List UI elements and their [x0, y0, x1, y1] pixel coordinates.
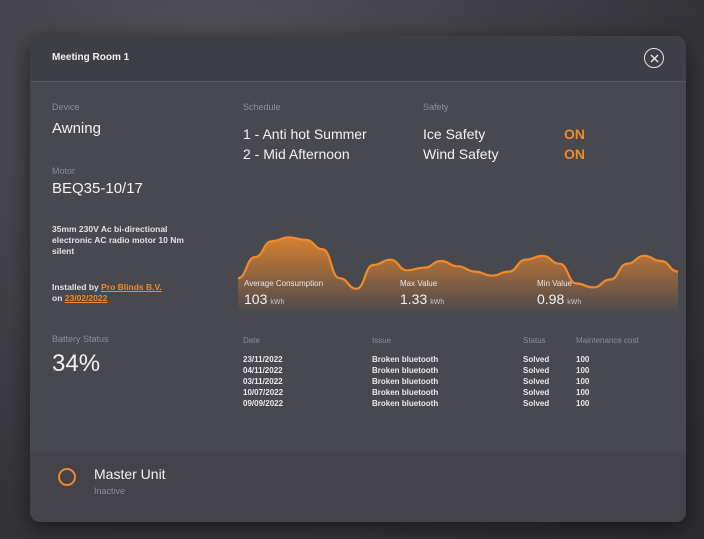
motor-description: 35mm 230V Ac bi-directional electronic A… [52, 224, 184, 256]
battery-label: Battery Status [52, 334, 109, 344]
table-cell-date: 10/07/2022 [243, 388, 284, 397]
table-cell-status: Solved [523, 377, 550, 386]
column-header-issue: Issue [372, 336, 392, 345]
wind-safety-state[interactable]: ON [564, 146, 585, 162]
table-cell-issue: Broken bluetooth [372, 388, 439, 397]
table-cell-status: Solved [523, 388, 550, 397]
install-date-link[interactable]: 23/02/2022 [65, 293, 108, 303]
table-cell-issue: Broken bluetooth [372, 377, 439, 386]
table-cell-issue: Broken bluetooth [372, 355, 439, 364]
max-value: 1.33 kWh [400, 291, 444, 307]
table-cell-status: Solved [523, 399, 550, 408]
installer-link[interactable]: Pro Blinds B.V. [101, 282, 162, 292]
unit-ring-icon [58, 468, 76, 486]
min-value-label: Min Value [537, 279, 572, 288]
table-cell-cost: 100 [576, 377, 590, 386]
table-cell-cost: 100 [576, 399, 590, 408]
wind-safety-label: Wind Safety [423, 146, 499, 162]
schedule-label: Schedule [243, 102, 281, 112]
schedule-item: 1 - Anti hot Summer [243, 126, 367, 142]
column-header-date: Date [243, 336, 260, 345]
motor-label: Motor [52, 166, 76, 176]
table-cell-status: Solved [523, 366, 550, 375]
device-label: Device [52, 102, 80, 112]
table-cell-date: 03/11/2022 [243, 377, 283, 386]
average-value: 103 [244, 291, 268, 307]
installed-info: Installed by Pro Blinds B.V. on 23/02/20… [52, 282, 212, 304]
table-cell-status: Solved [523, 355, 550, 364]
min-unit: kWh [567, 299, 582, 306]
master-unit-state: Inactive [94, 486, 126, 496]
master-unit-row[interactable]: Master Unit Inactive [30, 452, 686, 522]
ice-safety-state[interactable]: ON [564, 126, 585, 142]
modal-title: Meeting Room 1 [52, 52, 130, 63]
safety-label: Safety [423, 102, 449, 112]
installed-prefix: Installed by [52, 282, 99, 292]
table-cell-date: 09/09/2022 [243, 399, 284, 408]
table-cell-cost: 100 [576, 355, 590, 364]
min-value: 0.98 kWh [537, 291, 581, 307]
min-number: 0.98 [537, 291, 565, 307]
ice-safety-label: Ice Safety [423, 126, 486, 142]
table-cell-issue: Broken bluetooth [372, 366, 439, 375]
column-header-status: Status [523, 336, 546, 345]
average-unit: kWh [270, 299, 285, 306]
max-value-label: Max Value [400, 279, 438, 288]
device-value: Awning [52, 120, 101, 137]
max-number: 1.33 [400, 291, 428, 307]
column-header-cost: Maintenance cost [576, 336, 639, 345]
modal-header: Meeting Room 1 [30, 36, 686, 82]
table-cell-issue: Broken bluetooth [372, 399, 439, 408]
battery-value: 34% [52, 350, 101, 377]
table-cell-date: 04/11/2022 [243, 366, 283, 375]
average-consumption-label: Average Consumption [244, 279, 324, 288]
max-unit: kWh [430, 299, 445, 306]
consumption-area-chart [238, 236, 678, 314]
close-button[interactable] [644, 48, 664, 68]
installed-on-prefix: on [52, 293, 63, 303]
schedule-item: 2 - Mid Afternoon [243, 146, 350, 162]
motor-value: BEQ35-10/17 [52, 180, 143, 197]
device-detail-modal: Meeting Room 1 Device Awning Motor BEQ35… [30, 36, 686, 522]
table-cell-date: 23/11/2022 [243, 355, 283, 364]
master-unit-name: Master Unit [94, 466, 166, 482]
consumption-area [238, 237, 678, 314]
table-cell-cost: 100 [576, 366, 590, 375]
close-icon [650, 54, 658, 62]
average-consumption-value: 103 kWh [244, 291, 284, 307]
table-cell-cost: 100 [576, 388, 590, 397]
